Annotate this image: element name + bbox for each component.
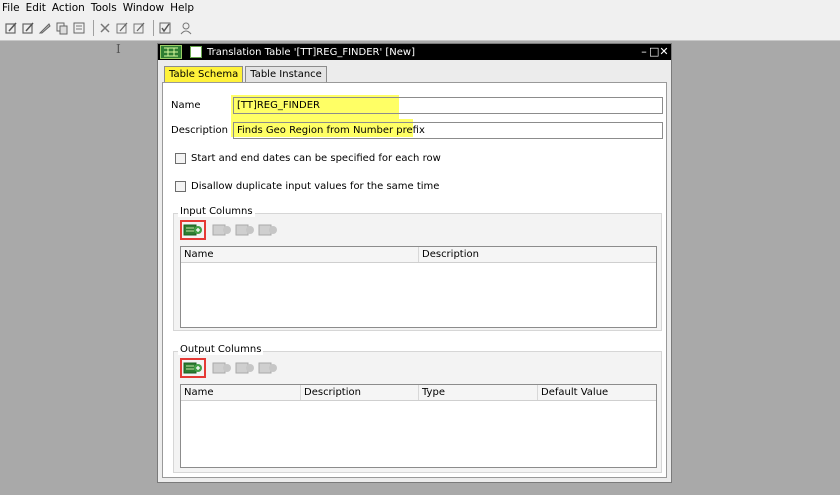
add-output-column-button[interactable] [180,358,206,378]
translation-table-window: Translation Table '[TT]REG_FINDER' [New]… [157,43,672,483]
output-columns-title: Output Columns [178,344,264,355]
edit-icon[interactable] [21,21,35,35]
toolbar-separator [153,19,154,36]
start-end-dates-checkbox[interactable] [175,153,186,164]
menu-tools[interactable]: Tools [91,1,117,15]
edit-icon[interactable] [115,21,129,35]
edit-icon[interactable] [4,21,18,35]
output-header-type[interactable]: Type [419,385,538,400]
menu-file[interactable]: File [2,1,20,15]
start-end-dates-row: Start and end dates can be specified for… [175,153,441,164]
desktop-background [0,483,840,495]
tools-icon[interactable] [98,21,112,35]
restore-button[interactable]: □ [649,45,659,58]
menu-window[interactable]: Window [123,1,164,15]
menu-help[interactable]: Help [170,1,194,15]
description-field[interactable]: Finds Geo Region from Number prefix [233,122,663,139]
output-columns-table[interactable]: Name Description Type Default Value [180,384,657,468]
edit-icon[interactable] [132,21,146,35]
window-title: Translation Table '[TT]REG_FINDER' [New] [207,46,416,58]
text-cursor-icon: I [116,42,121,56]
move-input-column-up-icon[interactable] [235,223,255,237]
name-label: Name [171,100,201,111]
validate-icon[interactable] [158,21,172,35]
output-columns-header: Name Description Type Default Value [181,385,656,401]
table-schema-panel: Name [TT]REG_FINDER Description Finds Ge… [162,82,667,478]
output-header-default-value[interactable]: Default Value [538,385,656,400]
menu-action[interactable]: Action [52,1,85,15]
disallow-duplicate-label: Disallow duplicate input values for the … [191,181,440,192]
start-end-dates-label: Start and end dates can be specified for… [191,153,441,164]
input-header-name[interactable]: Name [181,247,419,262]
user-icon[interactable] [179,21,193,35]
app-logo-icon [160,45,182,59]
tab-bar: Table Schema Table Instance [164,66,329,82]
move-input-column-down-icon[interactable] [258,223,278,237]
tab-table-schema[interactable]: Table Schema [164,66,244,82]
description-label: Description [171,125,228,136]
name-field[interactable]: [TT]REG_FINDER [233,97,663,114]
input-header-description[interactable]: Description [419,247,656,262]
close-button[interactable]: ✕ [659,45,669,58]
disallow-duplicate-checkbox[interactable] [175,181,186,192]
move-output-column-down-icon[interactable] [258,361,278,375]
tab-table-instance[interactable]: Table Instance [245,66,327,82]
input-columns-group: Input Columns Name Description [173,206,662,331]
window-titlebar[interactable]: Translation Table '[TT]REG_FINDER' [New]… [158,44,671,60]
add-input-column-button[interactable] [180,220,206,240]
toolbar-separator [93,19,94,36]
copy-icon[interactable] [55,21,69,35]
table-document-icon [190,46,202,58]
minimize-button[interactable]: – [639,45,649,58]
menu-edit[interactable]: Edit [26,1,46,15]
disallow-duplicate-row: Disallow duplicate input values for the … [175,181,439,192]
toolbar [0,15,840,41]
input-columns-header: Name Description [181,247,656,263]
input-columns-title: Input Columns [178,206,255,217]
pen-icon[interactable] [38,21,52,35]
output-header-description[interactable]: Description [301,385,419,400]
remove-output-column-icon[interactable] [212,361,232,375]
menu-bar: File Edit Action Tools Window Help [0,0,840,15]
input-columns-table[interactable]: Name Description [180,246,657,328]
move-output-column-up-icon[interactable] [235,361,255,375]
report-icon[interactable] [72,21,86,35]
remove-input-column-icon[interactable] [212,223,232,237]
output-columns-group: Output Columns Name Description Type Def… [173,344,662,473]
output-header-name[interactable]: Name [181,385,301,400]
